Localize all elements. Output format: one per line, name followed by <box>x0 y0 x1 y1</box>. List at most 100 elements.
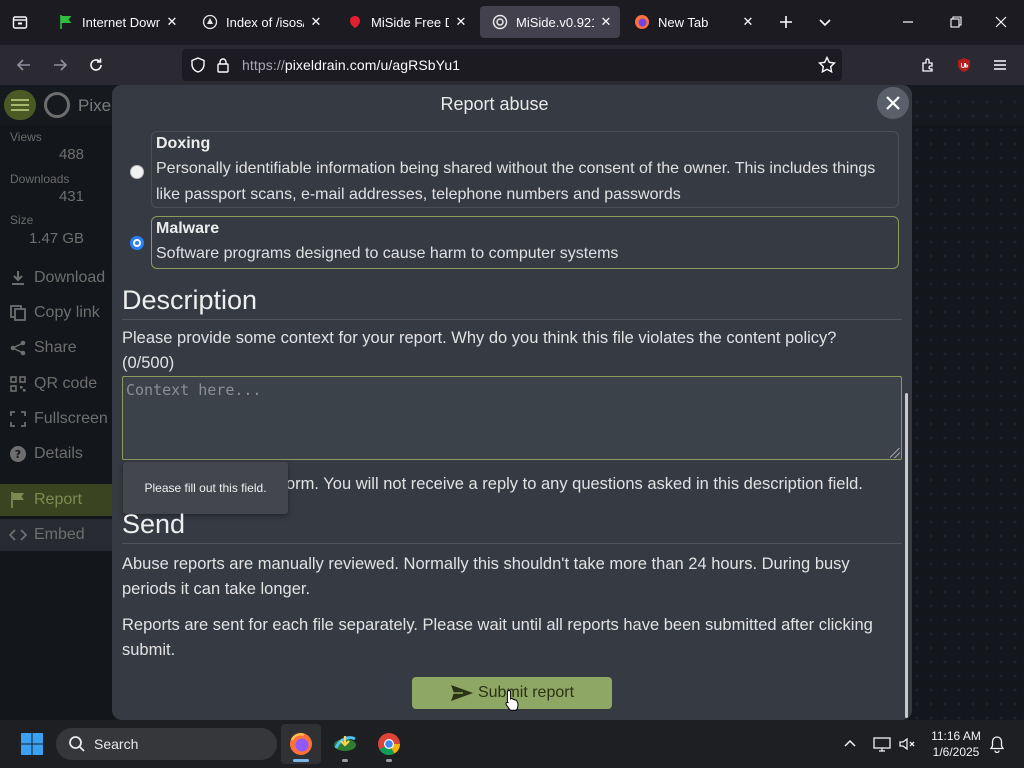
tab-index-of-isos[interactable]: Index of /isos/w ✕ <box>190 6 330 38</box>
report-abuse-dialog: Report abuse Doxing Personally identifia… <box>112 85 912 720</box>
option-doxing[interactable]: Doxing Personally identifiable informati… <box>151 131 899 208</box>
option-description: Personally identifiable information bein… <box>156 160 876 203</box>
windows-start-icon[interactable] <box>20 732 44 756</box>
option-title: Doxing <box>156 135 211 152</box>
svg-text:?: ? <box>15 448 21 461</box>
dialog-header: Report abuse <box>112 85 912 123</box>
close-icon[interactable]: ✕ <box>740 14 756 30</box>
tab-new-tab[interactable]: New Tab ✕ <box>622 6 762 38</box>
flag-icon <box>8 490 28 510</box>
close-icon[interactable]: ✕ <box>164 14 180 30</box>
stat-label-views: Views <box>10 130 42 144</box>
taskbar-idm[interactable] <box>325 724 365 764</box>
description-note: orm. You will not receive a reply to any… <box>286 475 863 493</box>
send-icon <box>450 683 474 703</box>
tab-manager-icon[interactable] <box>6 8 34 36</box>
shield-icon[interactable] <box>190 57 206 78</box>
sidebar-item-share[interactable]: Share <box>0 332 112 364</box>
url-bar[interactable]: https://pixeldrain.com/u/agRSbYu1 <box>182 49 842 81</box>
sidebar-item-copy-link[interactable]: Copy link <box>0 297 112 329</box>
running-indicator <box>386 759 392 762</box>
sidebar-item-qr-code[interactable]: QR code <box>0 368 112 400</box>
ublock-origin-icon[interactable] <box>950 51 978 79</box>
menu-icon <box>11 104 29 106</box>
stat-label-size: Size <box>10 213 34 227</box>
submit-label: Submit report <box>477 684 575 701</box>
tab-title: Index of /isos/w <box>226 14 304 30</box>
tab-miside-pixeldrain[interactable]: MiSide.v0.921-P ✕ <box>480 6 620 38</box>
miside-icon <box>347 14 363 30</box>
close-icon[interactable]: ✕ <box>598 14 614 30</box>
taskbar-chrome[interactable] <box>369 724 409 764</box>
globe-icon <box>202 14 218 30</box>
close-icon[interactable]: ✕ <box>308 14 324 30</box>
sidebar-item-label: Embed <box>34 526 85 543</box>
fullscreen-icon <box>8 409 28 429</box>
qr-code-icon <box>8 374 28 394</box>
copy-icon <box>8 303 28 323</box>
bookmark-star-icon[interactable] <box>817 55 837 79</box>
sidebar-item-label: Details <box>34 445 83 462</box>
notification-bell-icon[interactable] <box>985 732 1009 756</box>
tray-chevron-up-icon[interactable] <box>838 732 862 756</box>
clock-time: 11:16 AM <box>931 729 981 743</box>
minimize-icon[interactable] <box>894 8 922 36</box>
send-heading: Send <box>122 509 902 544</box>
mouse-pointer-icon <box>504 689 520 713</box>
restore-icon[interactable] <box>942 8 970 36</box>
extensions-icon[interactable] <box>914 51 942 79</box>
taskbar-search[interactable]: Search <box>56 728 277 760</box>
chevron-down-icon[interactable] <box>811 8 839 36</box>
clock-date: 1/6/2025 <box>932 745 980 759</box>
pixeldrain-logo-icon <box>44 92 70 118</box>
url-text[interactable]: https://pixeldrain.com/u/agRSbYu1 <box>242 57 460 73</box>
radio-doxing[interactable] <box>130 165 144 179</box>
send-text-review: Abuse reports are manually reviewed. Nor… <box>122 555 850 598</box>
sidebar-item-label: Share <box>34 339 77 356</box>
character-count: (0/500) <box>122 354 175 372</box>
chrome-icon <box>378 733 400 755</box>
close-icon <box>886 96 900 110</box>
taskbar-clock[interactable]: 11:16 AM 1/6/2025 <box>924 728 988 760</box>
lock-icon[interactable] <box>216 57 230 78</box>
tab-miside-free-download[interactable]: MiSide Free Dow ✕ <box>335 6 475 38</box>
tab-title: New Tab <box>658 14 709 30</box>
sidebar-item-details[interactable]: ? Details <box>0 438 112 470</box>
speaker-muted-icon[interactable] <box>895 732 919 756</box>
sidebar-item-label: QR code <box>34 375 98 392</box>
option-malware[interactable]: Malware Software programs designed to ca… <box>151 216 899 269</box>
dialog-close-button[interactable] <box>877 87 909 119</box>
stat-label-downloads: Downloads <box>10 172 70 186</box>
radio-malware[interactable] <box>130 236 144 250</box>
sidebar-item-label: Copy link <box>34 304 100 321</box>
context-textarea[interactable] <box>122 376 902 460</box>
textarea-resize-handle[interactable] <box>890 448 900 458</box>
close-icon[interactable]: ✕ <box>453 14 469 30</box>
reload-icon[interactable] <box>82 51 110 79</box>
back-arrow-icon[interactable] <box>10 51 38 79</box>
sidebar-item-report[interactable]: Report <box>0 484 112 516</box>
description-heading: Description <box>122 285 902 320</box>
sidebar-item-fullscreen[interactable]: Fullscreen <box>0 403 112 435</box>
stat-value-views: 488 <box>58 146 84 163</box>
page-pattern-background <box>910 95 1024 720</box>
tab-bar: Internet Downlo ✕ Index of /isos/w ✕ MiS… <box>0 0 1024 45</box>
stat-value-size: 1.47 GB <box>28 230 84 247</box>
window-close-icon[interactable] <box>987 8 1015 36</box>
tab-title: MiSide.v0.921-P <box>516 14 594 30</box>
taskbar-firefox[interactable] <box>281 724 321 764</box>
code-icon <box>8 525 28 545</box>
network-icon[interactable] <box>870 732 894 756</box>
forward-arrow-icon[interactable] <box>46 51 74 79</box>
download-icon <box>8 268 28 288</box>
sidebar-item-download[interactable]: Download <box>0 262 112 294</box>
tab-internet-download[interactable]: Internet Downlo ✕ <box>46 6 186 38</box>
windows-taskbar: Search 11:16 AM 1/6/2025 <box>0 720 1024 768</box>
new-tab-plus-icon[interactable] <box>772 8 800 36</box>
dialog-scrollbar[interactable] <box>905 393 908 718</box>
tab-title: Internet Downlo <box>82 14 160 30</box>
hamburger-menu-icon[interactable] <box>986 51 1014 79</box>
sidebar-item-embed[interactable]: Embed <box>0 519 112 551</box>
tab-title: MiSide Free Dow <box>371 14 449 30</box>
menu-toggle-button[interactable] <box>4 90 36 120</box>
